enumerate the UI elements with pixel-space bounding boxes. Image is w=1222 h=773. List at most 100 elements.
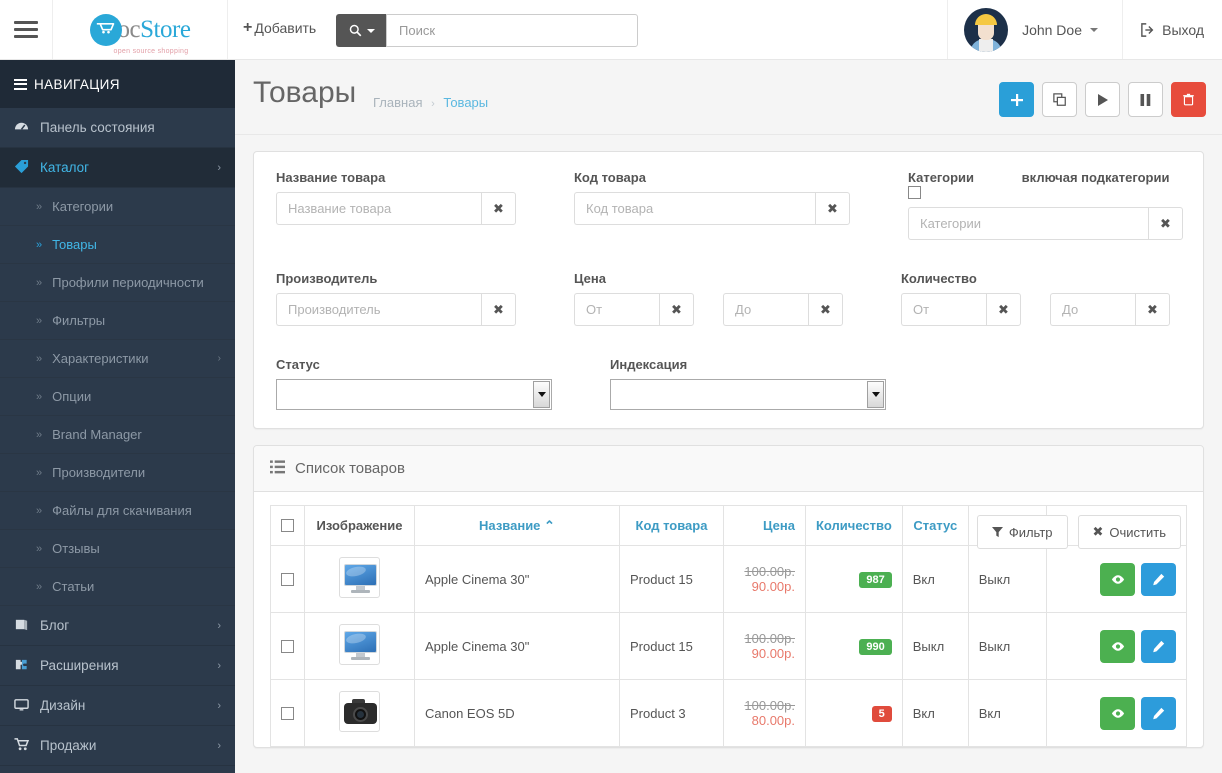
sidebar-item-design[interactable]: Дизайн › [0, 686, 235, 726]
enable-button[interactable] [1085, 82, 1120, 117]
clear-price-from-button[interactable]: ✖ [659, 293, 694, 326]
add-shortcut-button[interactable]: + Добавить [243, 19, 316, 37]
column-image: Изображение [304, 505, 415, 546]
filter-product-name-input[interactable] [276, 192, 481, 225]
view-button[interactable] [1100, 629, 1135, 663]
filter-quantity-from-input[interactable] [901, 293, 986, 326]
table-row[interactable]: Apple Cinema 30" Product 15 100.00р. 90.… [270, 612, 1188, 680]
sidebar-item-dashboard[interactable]: Панель состояния [0, 108, 235, 148]
edit-button[interactable] [1141, 696, 1176, 730]
clear-categories-button[interactable]: ✖ [1148, 207, 1183, 240]
edit-button[interactable] [1141, 562, 1176, 596]
sidebar-toggle-button[interactable] [0, 0, 52, 59]
sidebar-item-articles[interactable]: » Статьи [0, 568, 235, 606]
sidebar-item-products[interactable]: » Товары [0, 226, 235, 264]
clear-filter-button[interactable]: ✖ Очистить [1077, 515, 1181, 549]
filter-price-from-input[interactable] [574, 293, 659, 326]
copy-icon [1052, 92, 1066, 106]
chevron-right-icon: › [217, 739, 221, 752]
filter-quantity-to-input[interactable] [1050, 293, 1135, 326]
search-scope-button[interactable] [336, 14, 386, 47]
column-model[interactable]: Код товара [619, 505, 724, 546]
sidebar-item-catalog[interactable]: Каталог › [0, 148, 235, 188]
breadcrumb-home[interactable]: Главная [373, 95, 422, 110]
add-new-button[interactable] [999, 82, 1034, 117]
filter-manufacturer-input[interactable] [276, 293, 481, 326]
view-button[interactable] [1100, 562, 1135, 596]
logo-tagline: open source shopping [113, 47, 189, 55]
column-quantity-link[interactable]: Количество [816, 518, 892, 533]
sidebar-item-label: Производители [52, 465, 146, 480]
filter-categories-group: Категории включая подкатегории ✖ [908, 170, 1183, 240]
copy-button[interactable] [1042, 82, 1077, 117]
sidebar-item-manufacturers[interactable]: » Производители [0, 454, 235, 492]
select-all-checkbox[interactable] [281, 519, 294, 532]
hamburger-icon [14, 76, 27, 92]
apply-filter-button[interactable]: Фильтр [976, 515, 1068, 549]
search-input[interactable] [386, 14, 638, 47]
breadcrumb-current[interactable]: Товары [443, 95, 488, 110]
sidebar-item-reviews[interactable]: » Отзывы [0, 530, 235, 568]
dashboard-icon [14, 119, 40, 137]
user-menu[interactable]: John Doe [947, 0, 1114, 59]
column-status[interactable]: Статус [901, 505, 969, 546]
column-model-link[interactable]: Код товара [636, 518, 708, 533]
sidebar-item-filters[interactable]: » Фильтры [0, 302, 235, 340]
sidebar-item-label: Опции [52, 389, 92, 404]
table-row[interactable]: Canon EOS 5D Product 3 100.00р. 80.00р. … [270, 679, 1188, 747]
brand-logo[interactable]: ocStore open source shopping [52, 0, 228, 59]
row-image-cell [304, 545, 415, 613]
sidebar-item-categories[interactable]: » Категории [0, 188, 235, 226]
logout-icon [1141, 22, 1154, 37]
clear-model-button[interactable]: ✖ [815, 192, 850, 225]
row-quantity-cell: 5 [805, 679, 903, 747]
sidebar-item-attributes[interactable]: » Характеристики › [0, 340, 235, 378]
page-title: Товары [253, 76, 357, 109]
sidebar-item-brand-manager[interactable]: » Brand Manager [0, 416, 235, 454]
filter-index-select[interactable] [610, 379, 886, 410]
row-index-cell: Выкл [967, 545, 1047, 613]
filter-categories-input[interactable] [908, 207, 1148, 240]
filter-price-to-input[interactable] [723, 293, 808, 326]
eye-icon [1111, 641, 1124, 651]
column-status-link[interactable]: Статус [913, 518, 957, 533]
column-quantity[interactable]: Количество [805, 505, 903, 546]
clear-quantity-to-button[interactable]: ✖ [1135, 293, 1170, 326]
row-model-cell: Product 3 [619, 679, 724, 747]
delete-button[interactable] [1171, 82, 1206, 117]
table-row[interactable]: Apple Cinema 30" Product 15 100.00р. 90.… [270, 545, 1188, 613]
clear-price-to-button[interactable]: ✖ [808, 293, 843, 326]
sidebar-item-options[interactable]: » Опции [0, 378, 235, 416]
sidebar-item-recurring-profiles[interactable]: » Профили периодичности [0, 264, 235, 302]
sidebar-item-sales[interactable]: Продажи › [0, 726, 235, 766]
column-price-link[interactable]: Цена [763, 518, 795, 533]
row-checkbox[interactable] [281, 572, 294, 586]
sidebar-item-label: Каталог [40, 160, 90, 175]
disable-button[interactable] [1128, 82, 1163, 117]
filter-model-input[interactable] [574, 192, 815, 225]
clear-product-name-button[interactable]: ✖ [481, 192, 516, 225]
logout-button[interactable]: Выход [1122, 0, 1222, 59]
product-list-panel: Список товаров Изображение Название ⌃ Ко… [253, 445, 1204, 748]
cart-logo-icon [89, 13, 122, 46]
sidebar-item-label: Файлы для скачивания [52, 503, 192, 518]
include-subcategories-checkbox[interactable] [908, 186, 921, 199]
sidebar-item-extensions[interactable]: Расширения › [0, 646, 235, 686]
sidebar-item-downloads[interactable]: » Файлы для скачивания [0, 492, 235, 530]
view-button[interactable] [1100, 696, 1135, 730]
sidebar-item-blog[interactable]: Блог › [0, 606, 235, 646]
row-checkbox[interactable] [281, 706, 294, 720]
chevron-double-icon: » [36, 504, 43, 517]
clear-manufacturer-button[interactable]: ✖ [481, 293, 516, 326]
sidebar-item-label: Статьи [52, 579, 95, 594]
column-name-link[interactable]: Название ⌃ [479, 518, 555, 533]
filter-status-select[interactable] [276, 379, 552, 410]
column-name[interactable]: Название ⌃ [414, 505, 620, 546]
row-name-cell: Apple Cinema 30" [414, 612, 620, 680]
filter-categories-label-text: Категории [908, 170, 975, 185]
clear-quantity-from-button[interactable]: ✖ [986, 293, 1021, 326]
edit-button[interactable] [1141, 629, 1176, 663]
row-checkbox[interactable] [281, 639, 294, 653]
price-new: 90.00р. [751, 646, 795, 661]
column-price[interactable]: Цена [723, 505, 806, 546]
